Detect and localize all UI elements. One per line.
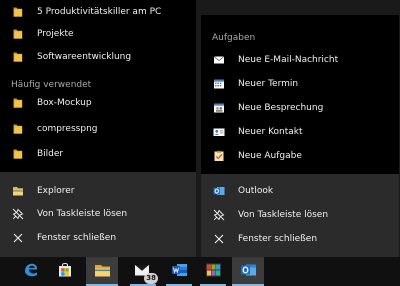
folder-icon [12, 148, 24, 160]
contact-card-icon [213, 126, 225, 138]
frequent-folder-label: Box-Mockup [37, 98, 92, 108]
outlook-icon [240, 262, 257, 281]
file-explorer-icon [94, 262, 111, 281]
folder-icon [12, 51, 24, 63]
new-mail-icon [213, 54, 225, 66]
open-outlook-label: Outlook [238, 186, 274, 196]
taskbar-outlook-button[interactable] [232, 257, 264, 286]
taskbar-mail-button[interactable]: 38 [127, 257, 159, 286]
explorer-jumplist-actions: Explorer Von Taskleiste lösen Fenster sc… [0, 172, 196, 257]
edge-icon [23, 262, 39, 281]
task-label: Neue Besprechung [238, 103, 324, 113]
taskbar: 38 [0, 257, 400, 286]
task-icon [213, 150, 225, 162]
word-icon [171, 262, 188, 281]
folder-icon [12, 28, 24, 40]
unpin-from-taskbar-action[interactable]: Von Taskleiste lösen [201, 203, 399, 227]
frequent-folder-item[interactable]: compresspng [0, 117, 196, 141]
unpin-icon [213, 209, 225, 221]
explorer-jumplist-items: 5 Produktivitätskiller am PC Projekte So… [0, 0, 196, 172]
task-new-email[interactable]: Neue E-Mail-Nachricht [201, 48, 399, 72]
section-header-tasks: Aufgaben [212, 33, 256, 43]
frequent-folder-item[interactable]: Bilder [0, 142, 196, 166]
calendar-icon [213, 78, 225, 90]
taskbar-explorer-button[interactable] [86, 257, 118, 286]
task-new-appointment[interactable]: Neuer Termin [201, 72, 399, 96]
meeting-icon [213, 102, 225, 114]
task-label: Neuer Kontakt [238, 127, 303, 137]
close-window-action[interactable]: Fenster schließen [201, 227, 399, 251]
store-icon [57, 262, 73, 281]
open-outlook-action[interactable]: Outlook [201, 179, 399, 203]
taskbar-store-button[interactable] [49, 257, 81, 286]
task-label: Neue Aufgabe [238, 151, 302, 161]
task-label: Neue E-Mail-Nachricht [238, 55, 339, 65]
unpin-label: Von Taskleiste lösen [238, 210, 329, 220]
frequent-folder-label: compresspng [37, 124, 98, 134]
photo-app-icon [205, 262, 222, 281]
explorer-jumplist: 5 Produktivitätskiller am PC Projekte So… [0, 0, 196, 257]
close-window-action[interactable]: Fenster schließen [0, 226, 196, 250]
frequent-folder-label: Bilder [37, 149, 64, 159]
open-explorer-label: Explorer [37, 186, 75, 196]
taskbar-edge-button[interactable] [15, 257, 47, 286]
folder-icon [12, 6, 24, 18]
section-header-frequent: Häufig verwendet [11, 80, 92, 90]
task-label: Neuer Termin [238, 79, 299, 89]
frequent-folder-item[interactable]: Box-Mockup [0, 91, 196, 115]
open-explorer-action[interactable]: Explorer [0, 179, 196, 203]
unpin-label: Von Taskleiste lösen [37, 209, 128, 219]
pinned-folder-item[interactable]: Projekte [0, 22, 196, 46]
task-new-meeting[interactable]: Neue Besprechung [201, 96, 399, 120]
outlook-jumplist: Aufgaben Neue E-Mail-Nachricht Neuer Ter… [201, 15, 399, 257]
task-new-task[interactable]: Neue Aufgabe [201, 144, 399, 168]
outlook-jumplist-tasks: Aufgaben Neue E-Mail-Nachricht Neuer Ter… [201, 15, 399, 174]
unread-count-badge: 38 [144, 273, 158, 284]
taskbar-photo-app-button[interactable] [197, 257, 229, 286]
outlook-jumplist-actions: Outlook Von Taskleiste lösen Fenster sch… [201, 174, 399, 257]
pinned-folder-item[interactable]: Softwareentwicklung [0, 45, 196, 69]
folder-icon [12, 123, 24, 135]
pinned-folder-label: Projekte [37, 29, 74, 39]
outlook-icon [213, 185, 225, 197]
pinned-folder-label: Softwareentwicklung [37, 52, 132, 62]
close-window-label: Fenster schließen [37, 233, 117, 243]
folder-icon [12, 97, 24, 109]
taskbar-word-button[interactable] [163, 257, 195, 286]
unpin-from-taskbar-action[interactable]: Von Taskleiste lösen [0, 202, 196, 226]
file-explorer-icon [12, 185, 24, 197]
close-icon [12, 232, 24, 244]
pinned-folder-label: 5 Produktivitätskiller am PC [37, 7, 162, 17]
task-new-contact[interactable]: Neuer Kontakt [201, 120, 399, 144]
close-icon [213, 233, 225, 245]
close-window-label: Fenster schließen [238, 234, 318, 244]
pinned-folder-item[interactable]: 5 Produktivitätskiller am PC [0, 0, 196, 24]
unpin-icon [12, 208, 24, 220]
